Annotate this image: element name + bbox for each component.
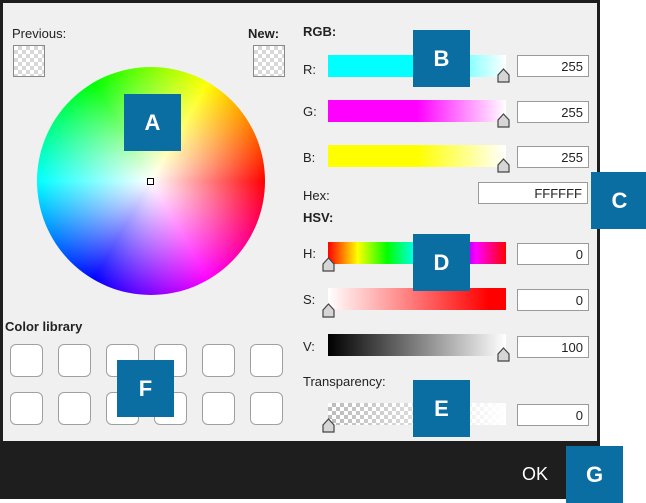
b-value-field[interactable]: 255: [517, 146, 589, 168]
callout-badge-b: B: [413, 30, 470, 87]
callout-badge-d: D: [413, 234, 470, 291]
hsv-heading: HSV:: [303, 210, 334, 225]
library-swatch[interactable]: [250, 392, 283, 425]
callout-badge-c: C: [591, 172, 646, 229]
s-value-field[interactable]: 0: [517, 289, 589, 311]
b-slider-track[interactable]: [328, 145, 506, 167]
transparency-slider-thumb-icon[interactable]: [321, 418, 336, 433]
callout-badge-e: E: [413, 380, 470, 437]
callout-badge-a: A: [124, 94, 181, 151]
library-swatch[interactable]: [202, 344, 235, 377]
library-swatch[interactable]: [58, 344, 91, 377]
previous-color-swatch[interactable]: [13, 45, 45, 77]
h-label: H:: [303, 246, 316, 261]
library-swatch[interactable]: [10, 344, 43, 377]
previous-label: Previous:: [12, 26, 67, 41]
r-label: R:: [303, 62, 316, 77]
g-value-field[interactable]: 255: [517, 101, 589, 123]
new-label: New:: [248, 26, 280, 41]
color-library-heading: Color library: [5, 319, 83, 334]
callout-badge-f: F: [117, 360, 174, 417]
v-label: V:: [303, 339, 315, 354]
v-value-field[interactable]: 100: [517, 336, 589, 358]
s-slider-thumb-icon[interactable]: [321, 303, 336, 318]
library-swatch[interactable]: [58, 392, 91, 425]
s-slider-track[interactable]: [328, 288, 506, 310]
color-wheel-selector[interactable]: [147, 178, 154, 185]
b-label: B:: [303, 150, 316, 165]
ok-button[interactable]: OK: [478, 452, 578, 496]
g-label: G:: [303, 104, 317, 119]
library-swatch[interactable]: [202, 392, 235, 425]
s-label: S:: [303, 292, 316, 307]
g-slider-thumb-icon[interactable]: [496, 113, 511, 128]
callout-badge-g: G: [566, 446, 623, 503]
transparency-label: Transparency:: [303, 374, 386, 389]
r-slider-thumb-icon[interactable]: [496, 68, 511, 83]
hex-label: Hex:: [303, 188, 330, 203]
transparency-value-field[interactable]: 0: [517, 404, 589, 426]
r-value-field[interactable]: 255: [517, 55, 589, 77]
rgb-heading: RGB:: [303, 24, 337, 39]
b-slider-thumb-icon[interactable]: [496, 158, 511, 173]
v-slider-thumb-icon[interactable]: [496, 347, 511, 362]
library-swatch[interactable]: [10, 392, 43, 425]
v-slider-track[interactable]: [328, 334, 506, 356]
h-value-field[interactable]: 0: [517, 243, 589, 265]
new-color-swatch: [253, 45, 285, 77]
library-swatch[interactable]: [250, 344, 283, 377]
h-slider-thumb-icon[interactable]: [321, 257, 336, 272]
g-slider-track[interactable]: [328, 100, 506, 122]
hex-value-field[interactable]: FFFFFF: [478, 182, 588, 204]
